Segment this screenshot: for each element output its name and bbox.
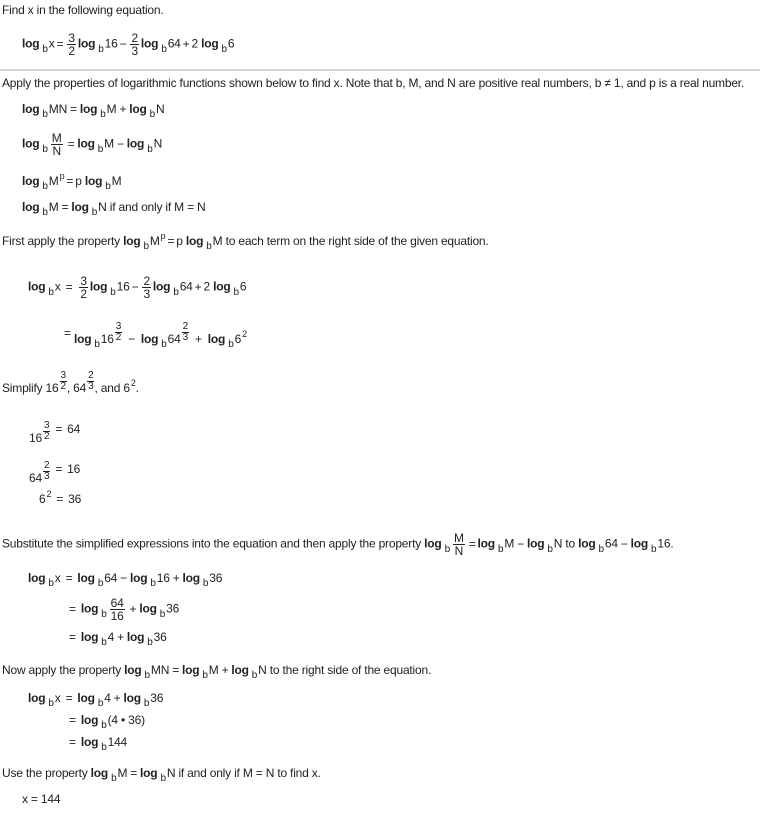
properties-intro: Apply the properties of logarithmic func… [2, 76, 745, 90]
final-answer: x = 144 [22, 792, 61, 806]
step5-instruction: Use the property log bM = log bN if and only… [2, 766, 321, 784]
step3-line1: log bx = log b64− log b16 + log b36 [28, 571, 223, 589]
property-quotient-rule: log b M N = log bM − log bN [22, 131, 163, 158]
step1-instruction: First apply the property log bMp = p log bM … [2, 231, 489, 252]
step4-line2: = log b(4 • 36) [69, 713, 145, 731]
property-product-rule: log bMN = log bM + log bN [22, 102, 165, 120]
step4-instruction: Now apply the property log bMN = log bM + log b… [2, 663, 432, 681]
step1-line1: log bx = 3 2 log b16−2 3 log b64 +2 log b6 [28, 274, 247, 301]
section-divider [0, 69, 760, 71]
step4-line1: log bx = log b4 + log b36 [28, 691, 164, 709]
problem-prompt: Find x in the following equation. [2, 3, 164, 17]
property-equality-rule: log bM = log bN if and only if M = N [22, 200, 206, 218]
step1-line2: = log b16 3 2− log b64 2 3 + log b62 [64, 321, 247, 351]
step4-line3: = log b144 [69, 735, 128, 753]
given-equation: log bx = 3 2 log b16−2 3 log b64 +2 log b6 [22, 31, 235, 58]
simplify-result-3: 62 = 36 [39, 489, 82, 506]
step2-instruction: Simplify 16 3 2, 64 2 3, and 62. [2, 370, 139, 396]
step3-line2: = log b 64 16 + log b36 [69, 596, 180, 623]
simplify-result-1: 16 3 2 = 64 [29, 420, 81, 446]
step3-instruction: Substitute the simplified expressions in… [2, 531, 674, 558]
property-power-rule: log bMp = p log bM [22, 171, 122, 192]
step3-line3: = log b4 + log b36 [69, 630, 167, 648]
